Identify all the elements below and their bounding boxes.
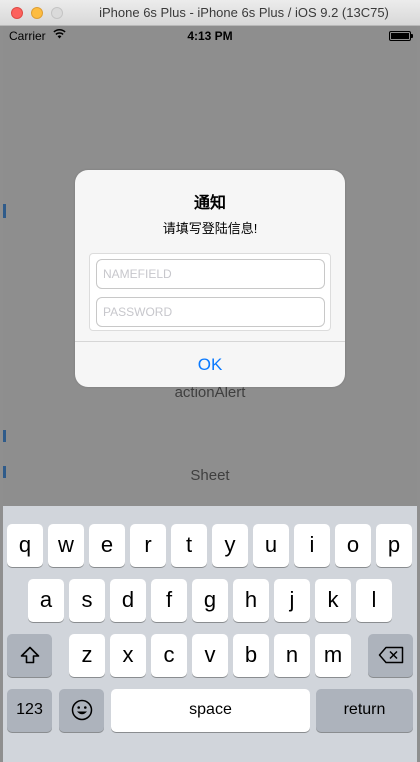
key-t[interactable]: t [171, 524, 207, 567]
key-a[interactable]: a [28, 579, 64, 622]
keyboard: qwertyuiop asdfghjkl zxcvbnm 123 space r… [3, 506, 417, 762]
edge-control [3, 430, 6, 442]
window-title: iPhone 6s Plus - iPhone 6s Plus / iOS 9.… [99, 5, 389, 20]
key-o[interactable]: o [335, 524, 371, 567]
key-c[interactable]: c [151, 634, 187, 677]
key-l[interactable]: l [356, 579, 392, 622]
window-close-button[interactable] [11, 7, 23, 19]
alert-message: 请填写登陆信息! [162, 221, 258, 236]
device-screen: Carrier 4:13 PM actionAlert Sheet 通知 请填写… [3, 26, 417, 762]
status-bar: Carrier 4:13 PM [3, 26, 417, 46]
delete-icon [378, 646, 403, 664]
shift-key[interactable] [7, 634, 52, 677]
key-u[interactable]: u [253, 524, 289, 567]
key-r[interactable]: r [130, 524, 166, 567]
key-n[interactable]: n [274, 634, 310, 677]
key-d[interactable]: d [110, 579, 146, 622]
key-j[interactable]: j [274, 579, 310, 622]
key-g[interactable]: g [192, 579, 228, 622]
key-v[interactable]: v [192, 634, 228, 677]
key-w[interactable]: w [48, 524, 84, 567]
alert-title: 通知 [193, 195, 226, 212]
key-q[interactable]: q [7, 524, 43, 567]
key-z[interactable]: z [69, 634, 105, 677]
key-k[interactable]: k [315, 579, 351, 622]
window-zoom-button[interactable] [51, 7, 63, 19]
key-h[interactable]: h [233, 579, 269, 622]
key-y[interactable]: y [212, 524, 248, 567]
name-field[interactable]: NAMEFIELD [96, 259, 325, 289]
password-field[interactable]: PASSWORD [96, 297, 325, 327]
space-key[interactable]: space [111, 689, 310, 732]
sheet-button[interactable]: Sheet [3, 467, 417, 484]
shift-icon [20, 646, 39, 664]
battery-icon [389, 31, 413, 41]
key-i[interactable]: i [294, 524, 330, 567]
key-f[interactable]: f [151, 579, 187, 622]
alert-text-fields: NAMEFIELD PASSWORD [89, 253, 331, 331]
edge-control [3, 204, 6, 218]
key-m[interactable]: m [315, 634, 351, 677]
return-key[interactable]: return [316, 689, 413, 732]
delete-key[interactable] [368, 634, 413, 677]
key-x[interactable]: x [110, 634, 146, 677]
key-b[interactable]: b [233, 634, 269, 677]
alert-dialog: 通知 请填写登陆信息! NAMEFIELD PASSWORD OK [75, 170, 345, 387]
window-minimize-button[interactable] [31, 7, 43, 19]
simulator-title-bar: iPhone 6s Plus - iPhone 6s Plus / iOS 9.… [0, 0, 420, 26]
status-time: 4:13 PM [187, 29, 233, 43]
emoji-key[interactable] [59, 689, 104, 732]
key-p[interactable]: p [376, 524, 412, 567]
ok-button[interactable]: OK [75, 342, 345, 387]
emoji-icon [71, 699, 92, 721]
key-s[interactable]: s [69, 579, 105, 622]
numbers-key[interactable]: 123 [7, 689, 52, 732]
key-e[interactable]: e [89, 524, 125, 567]
